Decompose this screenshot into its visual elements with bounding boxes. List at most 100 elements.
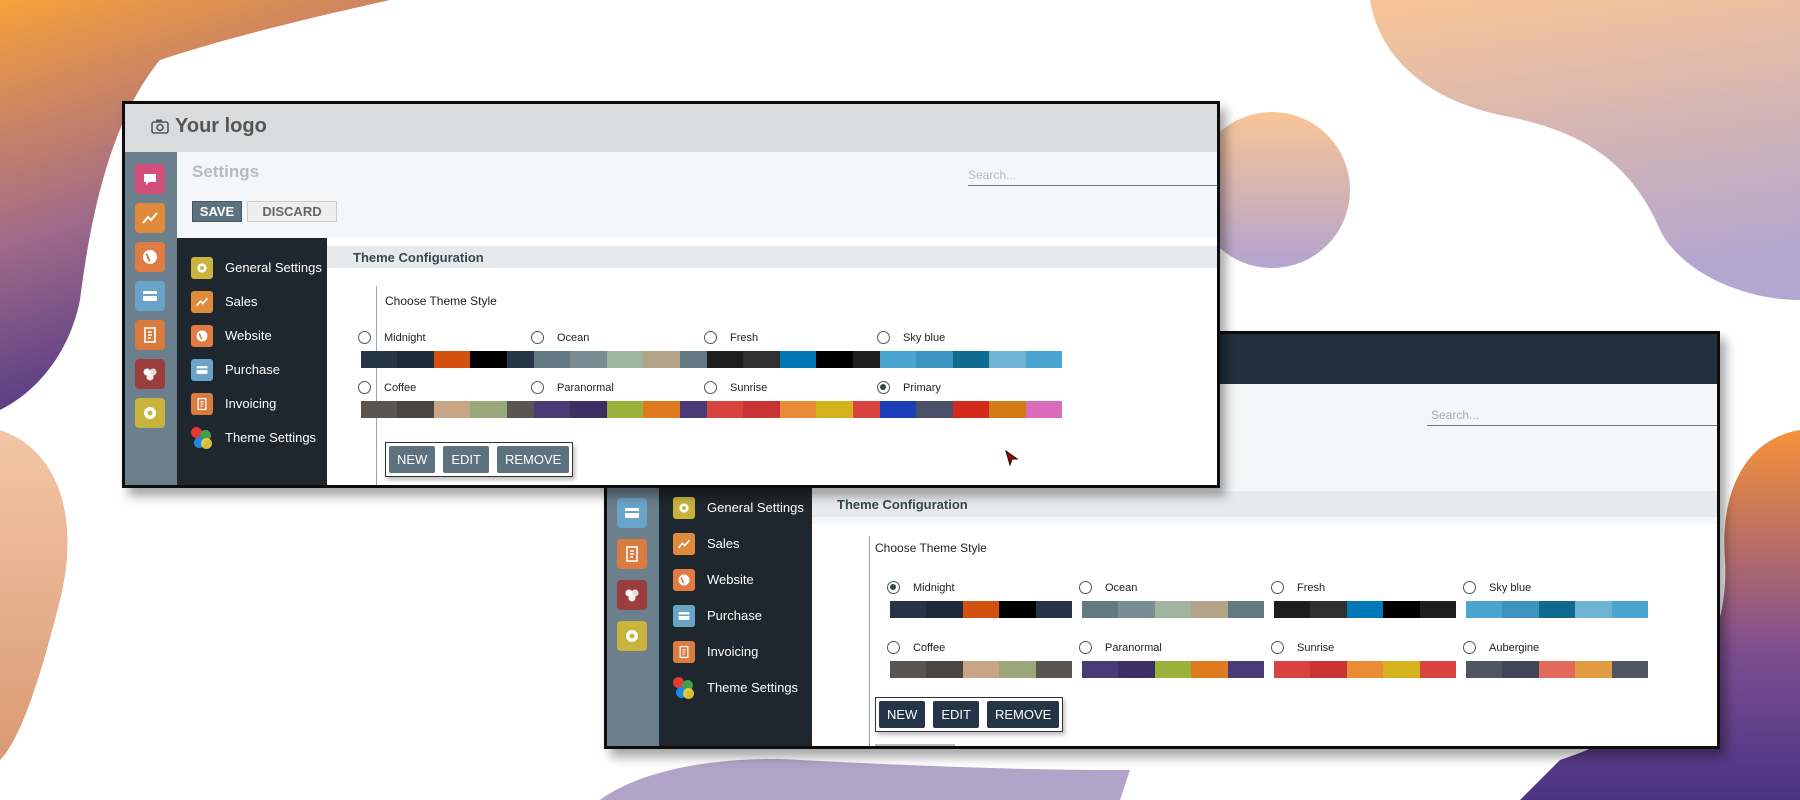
remove-button[interactable]: REMOVE [496,446,570,473]
theme-name: Sky blue [903,332,946,344]
sidebar-item-label: Invoicing [707,644,759,659]
sidebar-item-theme-settings[interactable]: Theme Settings [177,418,327,457]
theme-color-swatches [1082,661,1265,678]
discuss-icon[interactable] [135,164,165,194]
theme-name: Paranormal [1105,642,1162,654]
theme-color-swatches [880,401,1063,418]
theme-name: Sky blue [1489,582,1532,594]
theme-option-fresh[interactable]: Fresh [704,331,890,377]
theme-color-swatches [1466,661,1649,678]
gear-icon [673,496,695,519]
gear-icon [191,256,213,279]
app-icon-rail [125,152,177,485]
website-globe-icon[interactable] [135,242,165,272]
theme-option-ocean[interactable]: Ocean [531,331,717,377]
sidebar-item-website[interactable]: Website [659,560,812,599]
theme-radio[interactable] [531,331,544,344]
theme-option-paranormal[interactable]: Paranormal [1079,641,1265,687]
discard-button[interactable]: DISCARD [247,201,337,222]
apps-icon[interactable] [135,359,165,389]
sidebar-item-label: Theme Settings [225,430,317,445]
invoice-icon[interactable] [617,539,647,569]
theme-radio[interactable] [704,381,717,394]
color-swatch [1310,661,1347,678]
theme-option-sky-blue[interactable]: Sky blue [1463,581,1649,627]
theme-radio[interactable] [704,331,717,344]
theme-option-sunrise[interactable]: Sunrise [1271,641,1457,687]
theme-option-primary[interactable]: Primary [877,381,1063,427]
theme-option-fresh[interactable]: Fresh [1271,581,1457,627]
color-swatch [816,351,853,368]
edit-button[interactable]: EDIT [933,701,979,728]
edit-button[interactable]: EDIT [443,446,489,473]
color-swatch [433,401,471,418]
theme-option-sunrise[interactable]: Sunrise [704,381,890,427]
color-swatch [470,351,507,368]
theme-radio[interactable] [531,381,544,394]
theme-option-sky-blue[interactable]: Sky blue [877,331,1063,377]
theme-radio[interactable] [1271,641,1284,654]
color-swatch [1383,601,1420,618]
color-swatch [880,401,917,418]
remove-button[interactable]: REMOVE [986,701,1060,728]
sidebar-item-general-settings[interactable]: General Settings [659,488,812,527]
theme-radio[interactable] [1079,581,1092,594]
search-input[interactable]: Search... [968,164,1217,186]
theme-radio[interactable] [887,641,900,654]
new-button[interactable]: NEW [389,446,436,473]
invoice-icon[interactable] [135,320,165,350]
color-swatch [1502,601,1539,618]
theme-option-midnight[interactable]: Midnight [887,581,1073,627]
theme-name: Midnight [384,332,426,344]
sales-chart-icon[interactable] [135,203,165,233]
theme-radio[interactable] [887,581,900,594]
color-swatch [606,401,644,418]
theme-name: Ocean [1105,582,1138,594]
top-navbar: Your logo [125,104,1217,152]
settings-gear-icon[interactable] [617,621,647,651]
sidebar-item-sales[interactable]: Sales [659,524,812,563]
theme-name: Coffee [384,382,417,394]
theme-radio[interactable] [1463,641,1476,654]
theme-option-ocean[interactable]: Ocean [1079,581,1265,627]
sidebar-item-label: General Settings [707,500,804,515]
theme-color-swatches [890,661,1073,678]
save-button[interactable]: SAVE [192,201,242,222]
theme-radio[interactable] [1463,581,1476,594]
theme-option-coffee[interactable]: Coffee [887,641,1073,687]
card-icon [191,358,213,381]
search-input[interactable]: Search... [1427,404,1717,426]
color-swatch [916,401,953,418]
theme-option-coffee[interactable]: Coffee [358,381,544,427]
sidebar-item-purchase[interactable]: Purchase [659,596,812,635]
sidebar-item-label: Purchase [707,608,762,623]
theme-radio[interactable] [1079,641,1092,654]
theme-option-aubergine[interactable]: Aubergine [1463,641,1649,687]
theme-radio[interactable] [877,381,890,394]
theme-option-midnight[interactable]: Midnight [358,331,544,377]
color-swatch [1538,661,1576,678]
apps-icon[interactable] [617,580,647,610]
color-swatch [962,601,1000,618]
new-button[interactable]: NEW [879,701,926,728]
color-swatch [433,351,471,368]
background-blob-bottom-left [0,430,68,760]
theme-name: Sunrise [1297,642,1335,654]
color-swatch [962,661,1000,678]
theme-radio[interactable] [358,381,371,394]
theme-option-paranormal[interactable]: Paranormal [531,381,717,427]
color-swatch [999,601,1036,618]
purchase-card-icon[interactable] [135,281,165,311]
settings-gear-icon[interactable] [135,398,165,428]
color-swatch [880,351,917,368]
sidebar-item-theme-settings[interactable]: Theme Settings [659,668,812,707]
theme-radio[interactable] [877,331,890,344]
color-swatch [743,401,780,418]
sidebar-item-invoicing[interactable]: Invoicing [659,632,812,671]
purchase-card-icon[interactable] [617,498,647,528]
color-swatch [1466,601,1503,618]
theme-radio[interactable] [358,331,371,344]
color-swatch [1419,601,1457,618]
theme-radio[interactable] [1271,581,1284,594]
sidebar-item-label: Sales [707,536,740,551]
